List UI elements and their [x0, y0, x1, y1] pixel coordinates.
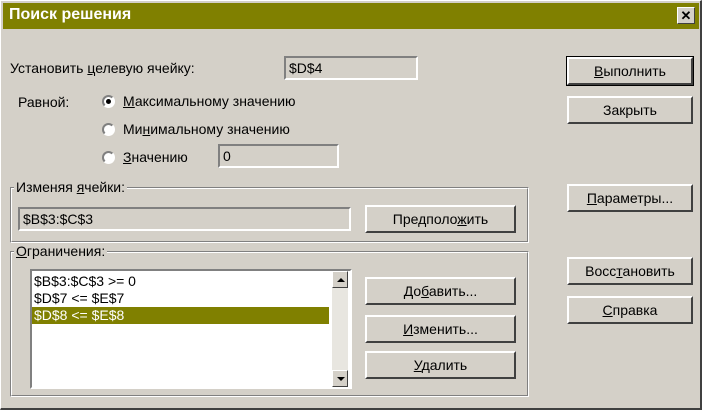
close-icon[interactable]: ✕	[677, 7, 695, 24]
delete-constraint-button[interactable]: Удалить	[365, 351, 516, 379]
scroll-up-button[interactable]	[332, 271, 348, 288]
reset-all-button[interactable]: Восстановить	[567, 257, 693, 285]
changing-cells-title: Изменяя ячейки:	[14, 179, 128, 195]
target-cell-input[interactable]: $D$4	[284, 56, 418, 80]
scroll-down-button[interactable]	[332, 370, 348, 387]
close-button[interactable]: Закрыть	[567, 96, 693, 124]
radio-min-label[interactable]: Минимальному значению	[123, 121, 290, 137]
radio-max[interactable]	[102, 95, 115, 108]
radio-value[interactable]	[102, 151, 115, 164]
equal-to-label: Равной:	[18, 94, 70, 110]
title-bar[interactable]: Поиск решения ✕	[3, 3, 699, 29]
solve-button[interactable]: Выполнить	[566, 56, 694, 86]
constraint-item-selected[interactable]: $D$8 <= $E$8	[32, 307, 329, 324]
radio-max-dot	[106, 99, 111, 104]
radio-max-label[interactable]: Максимальному значению	[123, 93, 296, 109]
constraints-list[interactable]: $B$3:$C$3 >= 0 $D$7 <= $E$7 $D$8 <= $E$8	[30, 269, 352, 389]
target-cell-label: Установить целевую ячейку:	[10, 60, 195, 76]
value-input[interactable]: 0	[218, 144, 339, 168]
arrow-down-icon	[337, 377, 345, 381]
constraints-title: Ограничения:	[14, 243, 108, 259]
changing-cells-input[interactable]: $B$3:$C$3	[18, 207, 351, 231]
dialog-title: Поиск решения	[9, 6, 132, 23]
help-button[interactable]: Справка	[567, 296, 693, 324]
constraint-item[interactable]: $B$3:$C$3 >= 0	[32, 273, 329, 290]
radio-value-label[interactable]: Значению	[123, 149, 188, 165]
constraint-item[interactable]: $D$7 <= $E$7	[32, 290, 329, 307]
change-constraint-button[interactable]: Изменить...	[365, 315, 516, 343]
arrow-up-icon	[337, 278, 345, 282]
guess-button[interactable]: Предположить	[365, 205, 516, 233]
add-constraint-button[interactable]: Добавить...	[365, 277, 516, 305]
constraints-scrollbar[interactable]	[332, 271, 348, 387]
solver-dialog: Поиск решения ✕ Установить целевую ячейк…	[0, 0, 702, 410]
radio-min[interactable]	[102, 123, 115, 136]
options-button[interactable]: Параметры...	[567, 184, 693, 212]
